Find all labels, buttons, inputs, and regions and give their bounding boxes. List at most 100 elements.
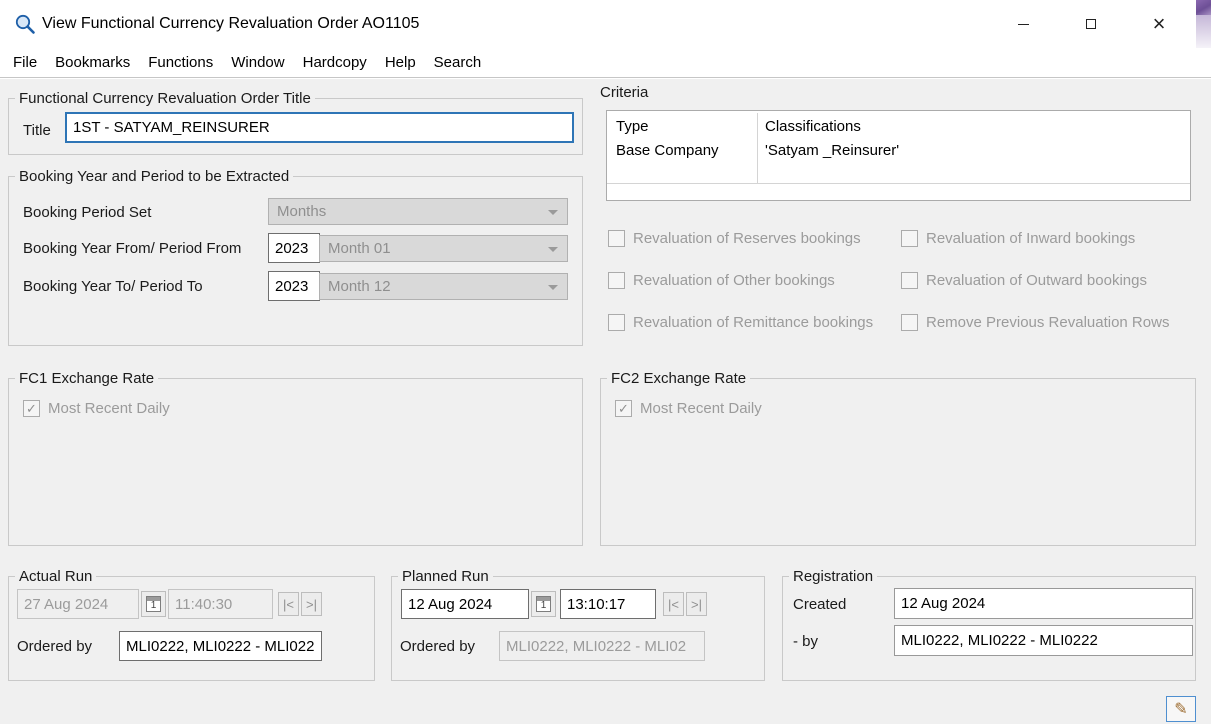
app-window: View Functional Currency Revaluation Ord… — [0, 0, 1211, 724]
booking-period-set-select[interactable]: Months — [268, 198, 568, 225]
group-fc2-legend: FC2 Exchange Rate — [607, 370, 750, 387]
close-button[interactable]: × — [1137, 0, 1181, 48]
checkbox-label: Most Recent Daily — [48, 400, 170, 417]
group-registration: Registration Created - by — [782, 576, 1196, 681]
criteria-header-classifications: Classifications — [765, 118, 861, 135]
menu-item-hardcopy[interactable]: Hardcopy — [294, 54, 376, 71]
menu-item-search[interactable]: Search — [425, 54, 491, 71]
pencil-icon: ✎ — [1174, 699, 1187, 719]
checkbox-remove-previous-rows[interactable]: Remove Previous Revaluation Rows — [901, 314, 1169, 331]
group-fc1-exchange-rate: FC1 Exchange Rate ✓ Most Recent Daily — [8, 378, 583, 546]
booking-period-set-label: Booking Period Set — [23, 204, 151, 221]
planned-run-date-input[interactable] — [401, 589, 529, 619]
menu-item-window[interactable]: Window — [222, 54, 293, 71]
booking-to-label: Booking Year To/ Period To — [23, 278, 203, 295]
checkbox-box-checked: ✓ — [23, 400, 40, 417]
criteria-table: Type Classifications Base Company 'Satya… — [606, 110, 1191, 201]
checkbox-label: Revaluation of Other bookings — [633, 272, 835, 289]
chevron-down-icon — [548, 285, 558, 290]
checkbox-box — [608, 230, 625, 247]
checkbox-label: Revaluation of Inward bookings — [926, 230, 1135, 247]
group-order-title: Functional Currency Revaluation Order Ti… — [8, 98, 583, 155]
group-actual-run: Actual Run 1 |< >| Ordered by — [8, 576, 375, 681]
checkbox-label: Revaluation of Reserves bookings — [633, 230, 861, 247]
checkbox-box — [901, 230, 918, 247]
calendar-icon: 1 — [536, 596, 551, 612]
maximize-button[interactable] — [1069, 0, 1113, 48]
checkbox-revaluation-outward[interactable]: Revaluation of Outward bookings — [901, 272, 1147, 289]
group-booking-period: Booking Year and Period to be Extracted … — [8, 176, 583, 346]
actual-run-first-button[interactable]: |< — [278, 592, 299, 616]
checkbox-revaluation-reserves[interactable]: Revaluation of Reserves bookings — [608, 230, 861, 247]
desktop-background — [1196, 0, 1211, 15]
booking-from-label: Booking Year From/ Period From — [23, 240, 241, 257]
registration-created-label: Created — [793, 596, 846, 613]
group-booking-legend: Booking Year and Period to be Extracted — [15, 168, 293, 185]
group-actual-run-legend: Actual Run — [15, 568, 96, 585]
booking-to-period-select[interactable]: Month 12 — [319, 273, 568, 300]
checkbox-box — [608, 314, 625, 331]
edit-button[interactable]: ✎ — [1166, 696, 1196, 722]
close-icon: × — [1153, 13, 1166, 35]
magnifier-icon — [14, 13, 36, 35]
criteria-cell-classification[interactable]: 'Satyam _Reinsurer' — [765, 142, 899, 159]
planned-run-ordered-by-input[interactable] — [499, 631, 705, 661]
group-planned-run: Planned Run 1 |< >| Ordered by — [391, 576, 765, 681]
actual-run-date-input[interactable] — [17, 589, 139, 619]
registration-by-input[interactable] — [894, 625, 1193, 656]
criteria-cell-type[interactable]: Base Company — [616, 142, 719, 159]
window-controls: × — [1001, 0, 1181, 48]
criteria-legend: Criteria — [600, 84, 648, 101]
actual-run-ordered-by-label: Ordered by — [17, 638, 92, 655]
checkbox-label: Revaluation of Remittance bookings — [633, 314, 873, 331]
menu-item-bookmarks[interactable]: Bookmarks — [46, 54, 139, 71]
menu-bar: File Bookmarks Functions Window Hardcopy… — [0, 48, 1211, 78]
window-title: View Functional Currency Revaluation Ord… — [42, 0, 419, 48]
group-fc2-exchange-rate: FC2 Exchange Rate ✓ Most Recent Daily — [600, 378, 1196, 546]
planned-run-time-input[interactable] — [560, 589, 656, 619]
booking-from-year-input[interactable] — [268, 233, 320, 263]
actual-run-time-input[interactable] — [168, 589, 273, 619]
title-label: Title — [23, 122, 51, 139]
row-divider — [607, 183, 1190, 184]
booking-from-period-select[interactable]: Month 01 — [319, 235, 568, 262]
group-registration-legend: Registration — [789, 568, 877, 585]
menu-item-functions[interactable]: Functions — [139, 54, 222, 71]
titlebar: View Functional Currency Revaluation Ord… — [0, 0, 1196, 48]
checkbox-revaluation-inward[interactable]: Revaluation of Inward bookings — [901, 230, 1135, 247]
column-divider — [757, 113, 758, 183]
booking-period-set-value: Months — [277, 203, 326, 220]
booking-to-period-value: Month 12 — [328, 278, 391, 295]
checkbox-box — [608, 272, 625, 289]
actual-run-calendar-button[interactable]: 1 — [141, 591, 166, 617]
checkbox-label: Remove Previous Revaluation Rows — [926, 314, 1169, 331]
checkbox-label: Most Recent Daily — [640, 400, 762, 417]
calendar-icon: 1 — [146, 596, 161, 612]
title-input[interactable] — [65, 112, 574, 143]
menu-item-file[interactable]: File — [4, 54, 46, 71]
booking-to-year-input[interactable] — [268, 271, 320, 301]
planned-run-last-button[interactable]: >| — [686, 592, 707, 616]
registration-by-label: - by — [793, 633, 818, 650]
planned-run-calendar-button[interactable]: 1 — [531, 591, 556, 617]
menu-item-help[interactable]: Help — [376, 54, 425, 71]
checkbox-box — [901, 314, 918, 331]
minimize-button[interactable] — [1001, 0, 1045, 48]
registration-created-input[interactable] — [894, 588, 1193, 619]
group-planned-run-legend: Planned Run — [398, 568, 493, 585]
calendar-day: 1 — [151, 601, 157, 611]
checkbox-revaluation-other[interactable]: Revaluation of Other bookings — [608, 272, 835, 289]
actual-run-ordered-by-input[interactable] — [119, 631, 322, 661]
planned-run-ordered-by-label: Ordered by — [400, 638, 475, 655]
booking-from-period-value: Month 01 — [328, 240, 391, 257]
actual-run-last-button[interactable]: >| — [301, 592, 322, 616]
group-fc1-legend: FC1 Exchange Rate — [15, 370, 158, 387]
minimize-icon — [1018, 24, 1029, 25]
checkbox-fc1-most-recent-daily[interactable]: ✓ Most Recent Daily — [23, 400, 170, 417]
group-order-title-legend: Functional Currency Revaluation Order Ti… — [15, 90, 315, 107]
checkbox-fc2-most-recent-daily[interactable]: ✓ Most Recent Daily — [615, 400, 762, 417]
planned-run-first-button[interactable]: |< — [663, 592, 684, 616]
checkbox-box — [901, 272, 918, 289]
chevron-down-icon — [548, 247, 558, 252]
checkbox-revaluation-remittance[interactable]: Revaluation of Remittance bookings — [608, 314, 873, 331]
